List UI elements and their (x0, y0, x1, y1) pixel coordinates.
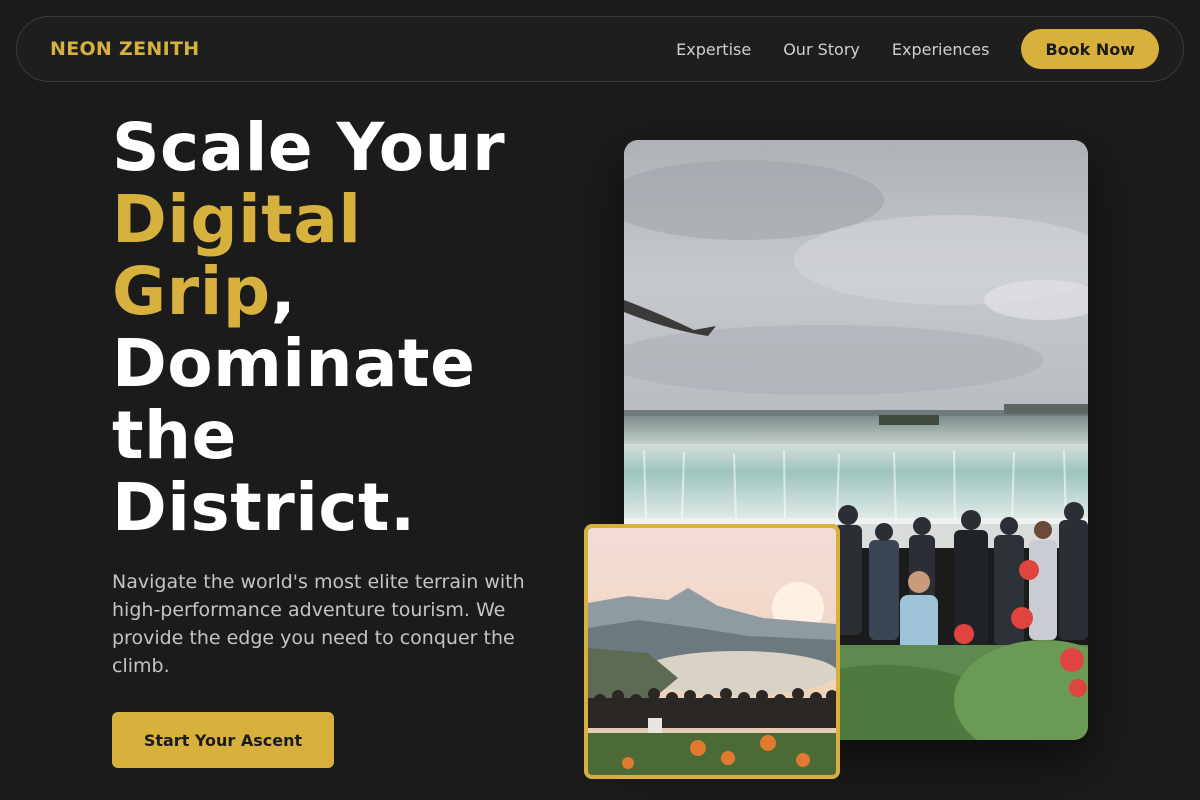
book-now-button[interactable]: Book Now (1021, 29, 1159, 69)
headline-accent-digital: Digital (112, 181, 362, 258)
hero-headline: Scale Your Digital Grip, Dominate the Di… (112, 112, 582, 544)
nav-link-expertise[interactable]: Expertise (676, 40, 751, 59)
brand-logo[interactable]: NEON ZENITH (50, 38, 199, 60)
bay-sunset-crowd-photo (584, 524, 840, 779)
start-ascent-button[interactable]: Start Your Ascent (112, 712, 334, 768)
nav-link-experiences[interactable]: Experiences (892, 40, 990, 59)
nav-link-our-story[interactable]: Our Story (783, 40, 860, 59)
headline-accent-grip: Grip (112, 253, 271, 330)
hero-description: Navigate the world's most elite terrain … (112, 571, 525, 677)
headline-line-1: Scale Your (112, 109, 506, 186)
headline-line-4: Dominate (112, 325, 476, 402)
landing-page: NEON ZENITH Expertise Our Story Experien… (0, 0, 1200, 800)
headline-line-6: District. (112, 469, 416, 546)
headline-comma: , (270, 253, 297, 330)
top-nav: NEON ZENITH Expertise Our Story Experien… (16, 16, 1184, 82)
nav-links: Expertise Our Story Experiences Book Now (676, 29, 1159, 69)
headline-line-5: the (112, 397, 237, 474)
